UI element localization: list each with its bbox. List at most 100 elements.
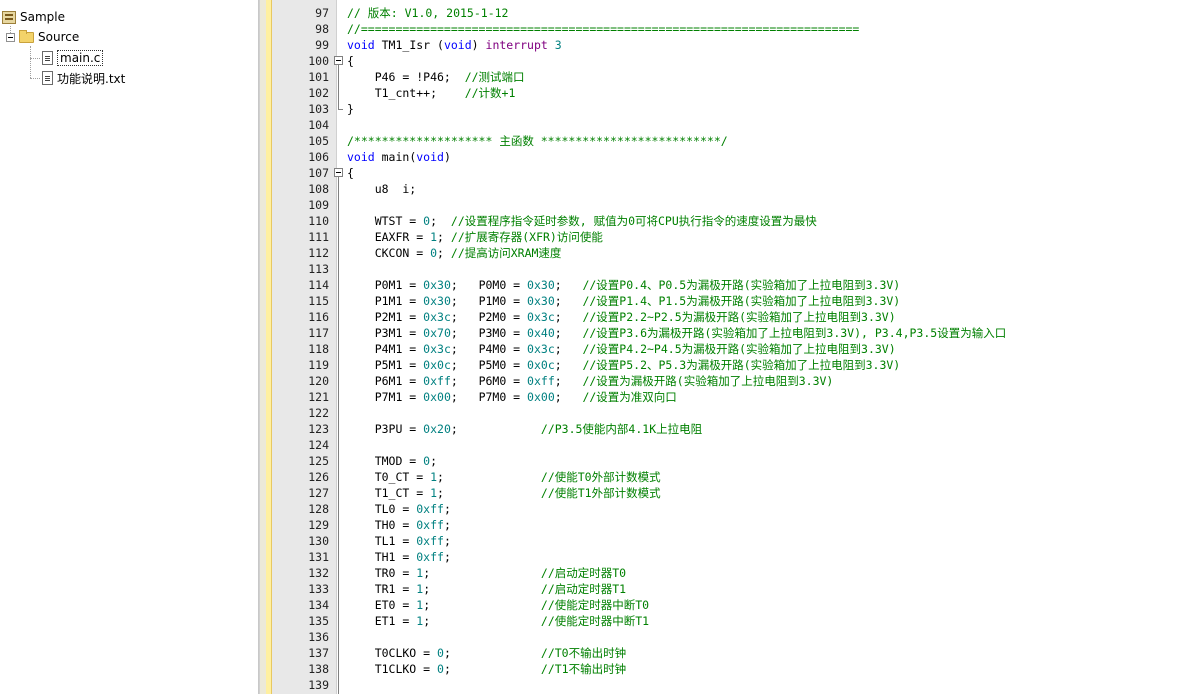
code-text[interactable]: P5M1 = 0x0c; P5M0 = 0x0c; //设置P5.2、P5.3为…	[347, 357, 901, 373]
code-line[interactable]: 97 // 版本: V1.0, 2015-1-12	[266, 5, 1185, 21]
code-text[interactable]: //======================================…	[347, 21, 859, 37]
code-text[interactable]: u8 i;	[347, 181, 417, 197]
code-text[interactable]: TH1 = 0xff;	[347, 549, 451, 565]
code-text[interactable]: ET1 = 1; //使能定时器中断T1	[347, 613, 649, 629]
code-line[interactable]: 112 CKCON = 0; //提高访问XRAM速度	[266, 245, 1185, 261]
code-line[interactable]: 117 P3M1 = 0x70; P3M0 = 0x40; //设置P3.6为漏…	[266, 325, 1185, 341]
code-editor[interactable]: 97 // 版本: V1.0, 2015-1-12 98 //============…	[266, 0, 1185, 694]
code-text[interactable]: TR1 = 1; //启动定时器T1	[347, 581, 626, 597]
code-text[interactable]: P1M1 = 0x30; P1M0 = 0x30; //设置P1.4、P1.5为…	[347, 293, 901, 309]
code-line[interactable]: 98 //====================================…	[266, 21, 1185, 37]
code-line[interactable]: 110 WTST = 0; //设置程序指令延时参数, 赋值为0可将CPU执行指…	[266, 213, 1185, 229]
code-text[interactable]: P6M1 = 0xff; P6M0 = 0xff; //设置为漏极开路(实验箱加…	[347, 373, 834, 389]
code-text[interactable]: P0M1 = 0x30; P0M0 = 0x30; //设置P0.4、P0.5为…	[347, 277, 901, 293]
line-number: 112	[308, 246, 329, 260]
code-line[interactable]: 113	[266, 261, 1185, 277]
code-line[interactable]: 125 TMOD = 0;	[266, 453, 1185, 469]
code-line[interactable]: 119 P5M1 = 0x0c; P5M0 = 0x0c; //设置P5.2、P…	[266, 357, 1185, 373]
code-line[interactable]: 135 ET1 = 1; //使能定时器中断T1	[266, 613, 1185, 629]
code-text[interactable]: P2M1 = 0x3c; P2M0 = 0x3c; //设置P2.2~P2.5为…	[347, 309, 896, 325]
code-line[interactable]: 100 {	[266, 53, 1185, 69]
code-line[interactable]: 108 u8 i;	[266, 181, 1185, 197]
collapse-icon[interactable]	[6, 32, 15, 42]
line-number: 135	[308, 614, 329, 628]
code-text[interactable]: // 版本: V1.0, 2015-1-12	[347, 5, 508, 21]
code-text[interactable]: {	[347, 53, 354, 69]
code-line[interactable]: 131 TH1 = 0xff;	[266, 549, 1185, 565]
code-text[interactable]: P3M1 = 0x70; P3M0 = 0x40; //设置P3.6为漏极开路(…	[347, 325, 1007, 341]
code-text[interactable]: P7M1 = 0x00; P7M0 = 0x00; //设置为准双向口	[347, 389, 677, 405]
code-text[interactable]: T0_CT = 1; //使能T0外部计数模式	[347, 469, 661, 485]
code-line[interactable]: 107 {	[266, 165, 1185, 181]
code-text[interactable]: P46 = !P46; //测试端口	[347, 69, 525, 85]
code-line[interactable]: 120 P6M1 = 0xff; P6M0 = 0xff; //设置为漏极开路(…	[266, 373, 1185, 389]
line-number: 111	[308, 230, 329, 244]
code-line[interactable]: 101 P46 = !P46; //测试端口	[266, 69, 1185, 85]
line-number: 129	[308, 518, 329, 532]
code-line[interactable]: 126 T0_CT = 1; //使能T0外部计数模式	[266, 469, 1185, 485]
code-text[interactable]: P4M1 = 0x3c; P4M0 = 0x3c; //设置P4.2~P4.5为…	[347, 341, 896, 357]
code-text[interactable]: CKCON = 0; //提高访问XRAM速度	[347, 245, 562, 261]
code-line[interactable]: 114 P0M1 = 0x30; P0M0 = 0x30; //设置P0.4、P…	[266, 277, 1185, 293]
tree-item-file[interactable]: main.c	[42, 49, 104, 67]
code-line[interactable]: 130 TL1 = 0xff;	[266, 533, 1185, 549]
code-text[interactable]: T1_CT = 1; //使能T1外部计数模式	[347, 485, 661, 501]
text-file-icon	[42, 71, 53, 85]
code-line[interactable]: 121 P7M1 = 0x00; P7M0 = 0x00; //设置为准双向口	[266, 389, 1185, 405]
line-number: 126	[308, 470, 329, 484]
code-line[interactable]: 116 P2M1 = 0x3c; P2M0 = 0x3c; //设置P2.2~P…	[266, 309, 1185, 325]
code-line[interactable]: 127 T1_CT = 1; //使能T1外部计数模式	[266, 485, 1185, 501]
code-text[interactable]: TMOD = 0;	[347, 453, 437, 469]
code-text[interactable]: T1_cnt++; //计数+1	[347, 85, 516, 101]
tree-item-file[interactable]: 功能说明.txt	[42, 69, 125, 87]
code-line[interactable]: 138 T1CLKO = 0; //T1不输出时钟	[266, 661, 1185, 677]
code-line[interactable]: 123 P3PU = 0x20; //P3.5使能内部4.1K上拉电阻	[266, 421, 1185, 437]
fold-collapse-icon[interactable]	[334, 56, 343, 65]
tree-item-project[interactable]: Sample	[2, 8, 65, 26]
code-line[interactable]: 124	[266, 437, 1185, 453]
code-line[interactable]: 102 T1_cnt++; //计数+1	[266, 85, 1185, 101]
line-number: 102	[308, 86, 329, 100]
code-line[interactable]: 105 /******************** 主函数 ***********…	[266, 133, 1185, 149]
fold-collapse-icon[interactable]	[334, 168, 343, 177]
code-line[interactable]: 109	[266, 197, 1185, 213]
code-text[interactable]: TL0 = 0xff;	[347, 501, 451, 517]
code-line[interactable]: 118 P4M1 = 0x3c; P4M0 = 0x3c; //设置P4.2~P…	[266, 341, 1185, 357]
code-line[interactable]: 99 void TM1_Isr (void) interrupt 3	[266, 37, 1185, 53]
code-text[interactable]: {	[347, 165, 354, 181]
code-line[interactable]: 129 TH0 = 0xff;	[266, 517, 1185, 533]
code-text[interactable]: T0CLKO = 0; //T0不输出时钟	[347, 645, 626, 661]
code-text[interactable]: TR0 = 1; //启动定时器T0	[347, 565, 626, 581]
code-line[interactable]: 111 EAXFR = 1; //扩展寄存器(XFR)访问使能	[266, 229, 1185, 245]
code-text[interactable]: EAXFR = 1; //扩展寄存器(XFR)访问使能	[347, 229, 603, 245]
code-line[interactable]: 132 TR0 = 1; //启动定时器T0	[266, 565, 1185, 581]
code-text[interactable]: TL1 = 0xff;	[347, 533, 451, 549]
project-icon	[2, 10, 16, 24]
line-number: 132	[308, 566, 329, 580]
code-line[interactable]: 137 T0CLKO = 0; //T0不输出时钟	[266, 645, 1185, 661]
code-text[interactable]: ET0 = 1; //使能定时器中断T0	[347, 597, 649, 613]
code-text[interactable]: T1CLKO = 0; //T1不输出时钟	[347, 661, 626, 677]
tree-item-source-group[interactable]: Source	[6, 28, 79, 46]
code-line[interactable]: 115 P1M1 = 0x30; P1M0 = 0x30; //设置P1.4、P…	[266, 293, 1185, 309]
code-text[interactable]: TH0 = 0xff;	[347, 517, 451, 533]
code-line[interactable]: 104	[266, 117, 1185, 133]
code-text[interactable]: P3PU = 0x20; //P3.5使能内部4.1K上拉电阻	[347, 421, 702, 437]
line-number: 113	[308, 262, 329, 276]
line-number: 105	[308, 134, 329, 148]
code-text[interactable]: void TM1_Isr (void) interrupt 3	[347, 37, 562, 53]
code-line[interactable]: 139	[266, 677, 1185, 693]
code-line[interactable]: 136	[266, 629, 1185, 645]
code-line[interactable]: 122	[266, 405, 1185, 421]
code-line[interactable]: 106 void main(void)	[266, 149, 1185, 165]
code-text[interactable]: }	[347, 101, 354, 117]
code-text[interactable]: WTST = 0; //设置程序指令延时参数, 赋值为0可将CPU执行指令的速度…	[347, 213, 817, 229]
code-line[interactable]: 128 TL0 = 0xff;	[266, 501, 1185, 517]
code-line[interactable]: 134 ET0 = 1; //使能定时器中断T0	[266, 597, 1185, 613]
line-number: 116	[308, 310, 329, 324]
code-line[interactable]: 103}	[266, 101, 1185, 117]
code-text[interactable]: void main(void)	[347, 149, 451, 165]
code-text[interactable]: /******************** 主函数 **************…	[347, 133, 728, 149]
code-line[interactable]: 133 TR1 = 1; //启动定时器T1	[266, 581, 1185, 597]
line-number: 125	[308, 454, 329, 468]
